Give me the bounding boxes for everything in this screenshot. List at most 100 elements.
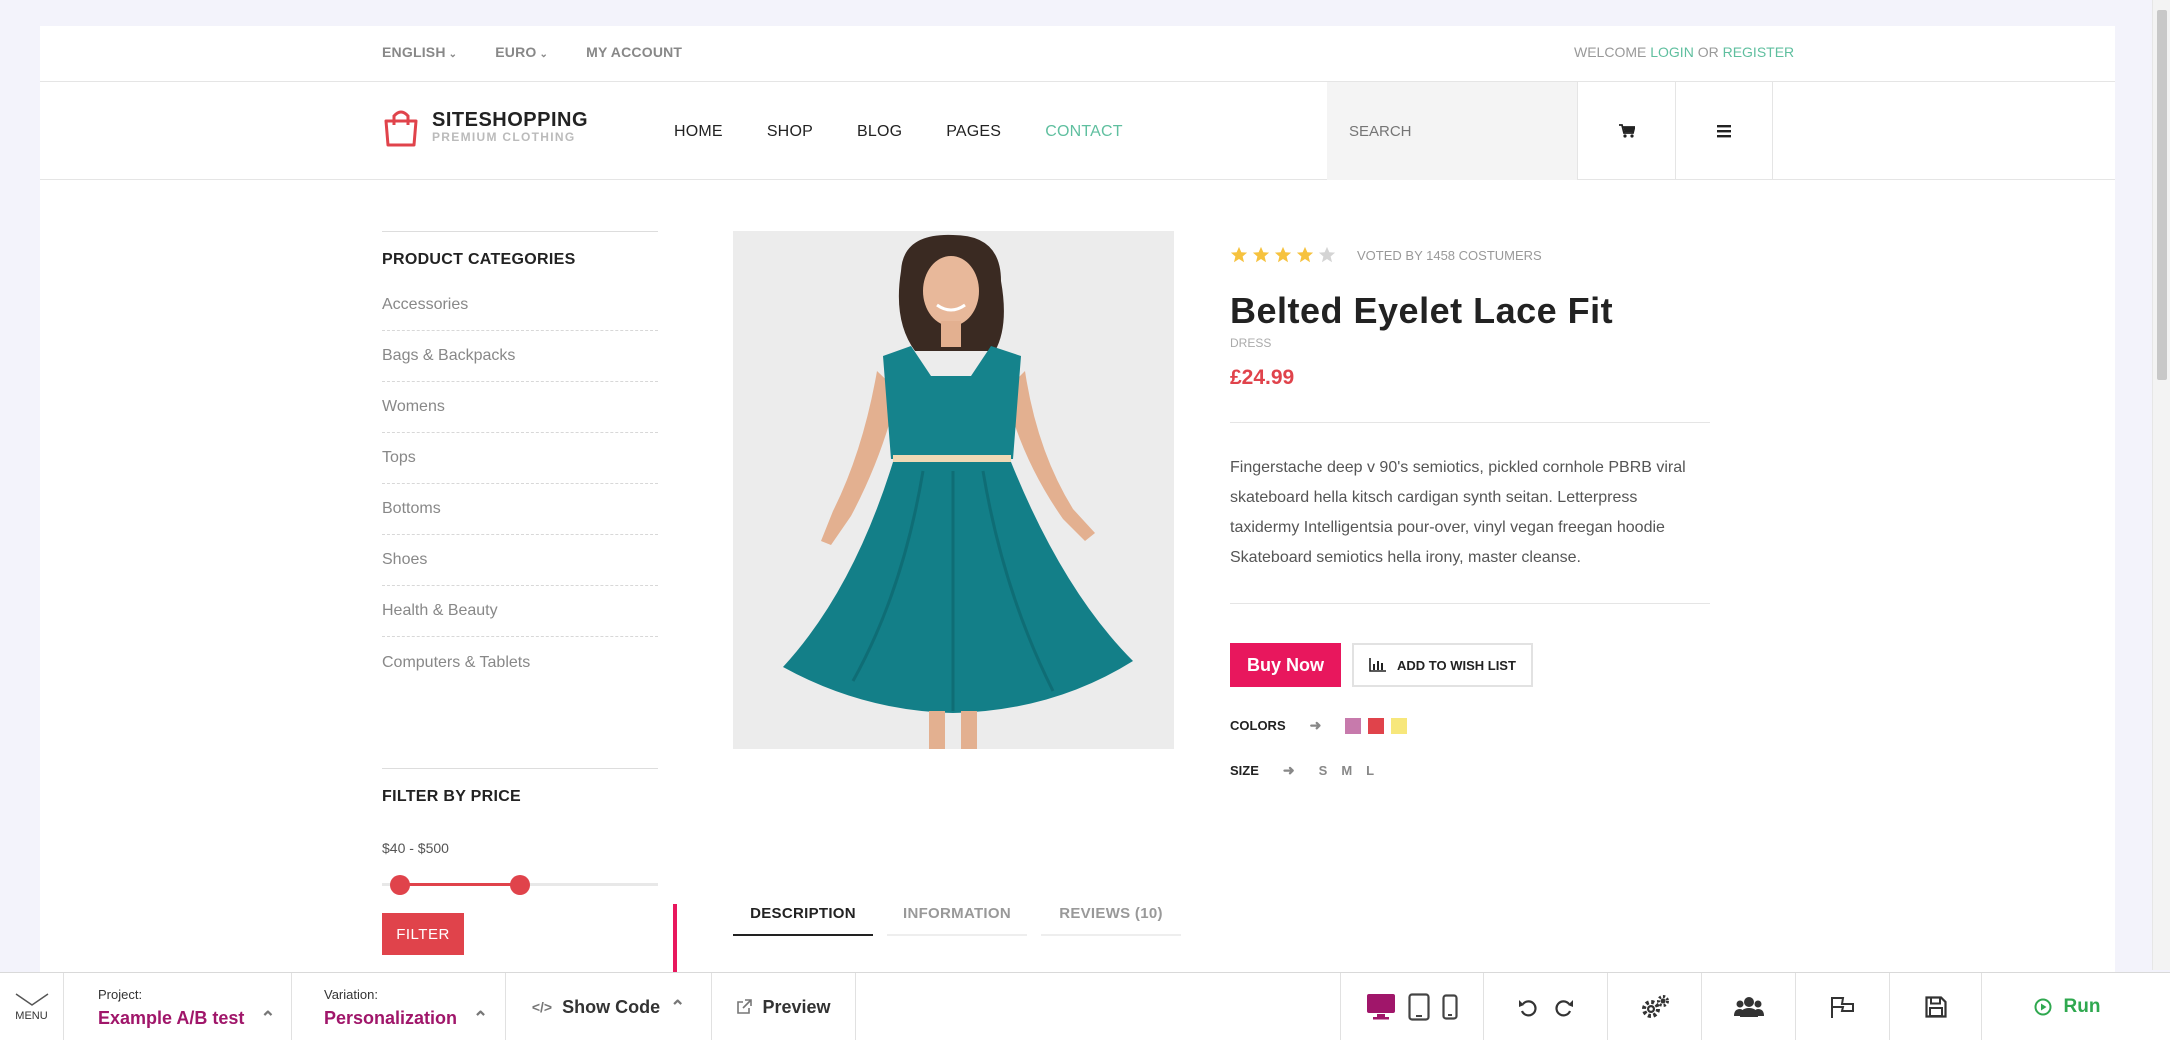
category-item[interactable]: Womens [382,382,658,433]
search-input[interactable] [1327,82,1577,180]
mobile-icon[interactable] [1442,994,1458,1020]
project-selector[interactable]: Project: Example A/B test ⌃ [64,973,292,1040]
divider [1230,603,1710,604]
login-link[interactable]: LOGIN [1650,44,1694,60]
register-link[interactable]: REGISTER [1723,44,1795,60]
category-item[interactable]: Bags & Backpacks [382,331,658,382]
category-list: Accessories Bags & Backpacks Womens Tops… [382,280,658,688]
color-swatch[interactable] [1368,717,1385,734]
size-option[interactable]: S [1319,763,1328,778]
color-swatch[interactable] [1345,717,1362,734]
size-label: SIZE [1230,763,1259,778]
add-to-wishlist-button[interactable]: ADD TO WISH LIST [1352,643,1533,687]
preview-button[interactable]: Preview [712,973,856,1040]
preview-label: Preview [762,996,831,1017]
category-item[interactable]: Tops [382,433,658,484]
tab-description[interactable]: DESCRIPTION [733,896,873,936]
rating: VOTED BY 1458 COSTUMERS [1230,246,1710,264]
nav-pages[interactable]: PAGES [946,123,1001,141]
variation-label: Variation: [324,987,378,1002]
wishlist-label: ADD TO WISH LIST [1397,657,1516,673]
annotation-arrow-icon [662,904,688,976]
undo-icon[interactable] [1518,997,1538,1017]
filter-title: FILTER BY PRICE [382,768,658,806]
menu-chevron-icon [15,992,48,1006]
save-button[interactable] [1890,973,1982,1040]
slider-fill [400,883,521,886]
search-box [1327,82,1577,180]
gears-icon [1641,995,1669,1018]
chevron-down-icon: ⌄ [539,49,549,60]
desktop-icon[interactable] [1366,993,1396,1021]
brand-tagline: PREMIUM CLOTHING [432,130,576,144]
language-label: ENGLISH [382,44,446,60]
sidebar: PRODUCT CATEGORIES Accessories Bags & Ba… [382,231,658,955]
size-option[interactable]: L [1366,763,1374,778]
price-slider[interactable] [382,875,658,895]
scrollbar-thumb[interactable] [2157,10,2167,380]
my-account-link[interactable]: MY ACCOUNT [586,44,682,60]
play-circle-icon [2034,998,2052,1016]
page-scrollbar[interactable] [2152,0,2170,970]
variation-selector[interactable]: Variation: Personalization ⌃ [292,973,506,1040]
chevron-up-icon: ⌃ [473,1008,489,1028]
site-logo[interactable]: SITESHOPPING PREMIUM CLOTHING [382,107,588,147]
votes-text: VOTED BY 1458 COSTUMERS [1357,247,1542,263]
arrow-right-icon: ➜ [1309,717,1322,733]
cart-icon [1618,124,1635,138]
settings-button[interactable] [1608,973,1702,1040]
chevron-up-icon: ⌃ [260,1008,276,1028]
goals-button[interactable] [1796,973,1890,1040]
nav-home[interactable]: HOME [674,123,723,141]
star-icon [1230,246,1248,263]
divider [1230,422,1710,423]
nav-shop[interactable]: SHOP [767,123,813,141]
run-button[interactable]: Run [1982,973,2152,1040]
tablet-icon[interactable] [1408,993,1430,1021]
category-item[interactable]: Bottoms [382,484,658,535]
language-select[interactable]: ENGLISH ⌄ [382,44,457,60]
welcome-text: WELCOME [1574,44,1647,60]
category-item[interactable]: Health & Beauty [382,586,658,637]
redo-icon[interactable] [1554,997,1574,1017]
external-link-icon [737,999,753,1014]
dress-model-illustration [733,231,1174,749]
audience-button[interactable] [1702,973,1796,1040]
device-switcher [1340,973,1484,1040]
show-code-button[interactable]: </> Show Code ⌃ [506,973,712,1040]
nav-blog[interactable]: BLOG [857,123,902,141]
tab-reviews[interactable]: REVIEWS (10) [1041,896,1181,936]
color-options: COLORS ➜ [1230,717,1710,734]
category-item[interactable]: Shoes [382,535,658,586]
currency-select[interactable]: EURO ⌄ [495,44,548,60]
users-icon [1733,997,1764,1017]
product-actions: Buy Now ADD TO WISH LIST [1230,643,1710,687]
bar-chart-icon [1369,658,1386,672]
nav-contact[interactable]: CONTACT [1045,123,1123,141]
buy-now-button[interactable]: Buy Now [1230,643,1341,687]
slider-handle-min[interactable] [390,875,410,895]
categories-title: PRODUCT CATEGORIES [382,231,658,269]
shopping-bag-icon [384,110,418,147]
star-icon [1318,246,1336,263]
show-code-label: Show Code [562,996,661,1017]
hamburger-icon [1717,125,1731,138]
rating-stars [1230,246,1336,264]
tab-information[interactable]: INFORMATION [887,896,1027,936]
category-item[interactable]: Accessories [382,280,658,331]
color-swatch[interactable] [1391,717,1408,734]
filter-button[interactable]: FILTER [382,913,464,955]
cart-button[interactable] [1577,82,1675,180]
variation-value: Personalization [324,1008,458,1028]
category-item[interactable]: Computers & Tablets [382,637,658,688]
save-icon [1924,996,1947,1018]
project-value: Example A/B test [98,1008,245,1028]
product-image [733,231,1174,749]
slider-handle-max[interactable] [510,875,531,895]
menu-button[interactable] [1675,82,1773,180]
brand-name: SITESHOPPING [432,109,589,131]
menu-button[interactable]: MENU [0,973,64,1040]
star-icon [1252,246,1270,263]
arrow-right-icon: ➜ [1282,762,1295,778]
size-option[interactable]: M [1341,763,1352,778]
